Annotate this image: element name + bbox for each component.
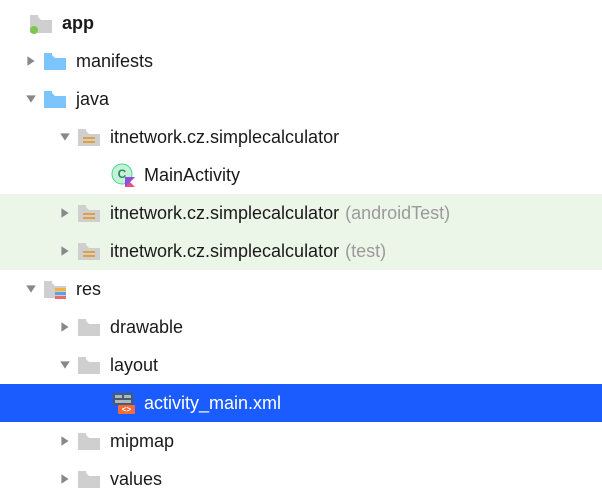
tree-label: drawable (110, 317, 183, 338)
layout-xml-icon: <> (110, 390, 136, 416)
folder-icon (42, 86, 68, 112)
package-icon (76, 124, 102, 150)
tree-item-values[interactable]: values (0, 460, 602, 498)
collapse-icon[interactable] (54, 131, 76, 143)
tree-item-layout[interactable]: layout (0, 346, 602, 384)
tree-label: activity_main.xml (144, 393, 281, 414)
expand-icon[interactable] (54, 435, 76, 447)
tree-label: app (62, 13, 94, 34)
tree-label: mipmap (110, 431, 174, 452)
tree-item-manifests[interactable]: manifests (0, 42, 602, 80)
svg-text:<>: <> (122, 405, 132, 414)
folder-icon (76, 314, 102, 340)
module-icon (28, 10, 54, 36)
expand-icon[interactable] (54, 473, 76, 485)
expand-icon[interactable] (54, 207, 76, 219)
package-icon (76, 200, 102, 226)
tree-item-app[interactable]: app (0, 4, 602, 42)
tree-item-activity-main[interactable]: <> activity_main.xml (0, 384, 602, 422)
expand-icon[interactable] (54, 245, 76, 257)
package-icon (76, 238, 102, 264)
tree-item-res[interactable]: res (0, 270, 602, 308)
collapse-icon[interactable] (20, 283, 42, 295)
expand-icon[interactable] (20, 55, 42, 67)
tree-item-package-androidtest[interactable]: itnetwork.cz.simplecalculator (androidTe… (0, 194, 602, 232)
tree-item-package-main[interactable]: itnetwork.cz.simplecalculator (0, 118, 602, 156)
folder-icon (76, 466, 102, 492)
tree-item-drawable[interactable]: drawable (0, 308, 602, 346)
tree-label: itnetwork.cz.simplecalculator (110, 203, 339, 224)
tree-label: itnetwork.cz.simplecalculator (110, 241, 339, 262)
collapse-icon[interactable] (20, 93, 42, 105)
tree-item-package-test[interactable]: itnetwork.cz.simplecalculator (test) (0, 232, 602, 270)
folder-icon (42, 48, 68, 74)
tree-label: MainActivity (144, 165, 240, 186)
tree-label: layout (110, 355, 158, 376)
tree-item-main-activity[interactable]: C MainActivity (0, 156, 602, 194)
tree-label: res (76, 279, 101, 300)
tree-label: java (76, 89, 109, 110)
kotlin-class-icon: C (110, 162, 136, 188)
tree-label: itnetwork.cz.simplecalculator (110, 127, 339, 148)
folder-icon (76, 428, 102, 454)
expand-icon[interactable] (54, 321, 76, 333)
tree-label: manifests (76, 51, 153, 72)
tree-item-mipmap[interactable]: mipmap (0, 422, 602, 460)
tree-item-java[interactable]: java (0, 80, 602, 118)
collapse-icon[interactable] (54, 359, 76, 371)
tree-label: values (110, 469, 162, 490)
tree-suffix: (test) (345, 241, 386, 262)
folder-icon (76, 352, 102, 378)
resource-folder-icon (42, 276, 68, 302)
tree-suffix: (androidTest) (345, 203, 450, 224)
